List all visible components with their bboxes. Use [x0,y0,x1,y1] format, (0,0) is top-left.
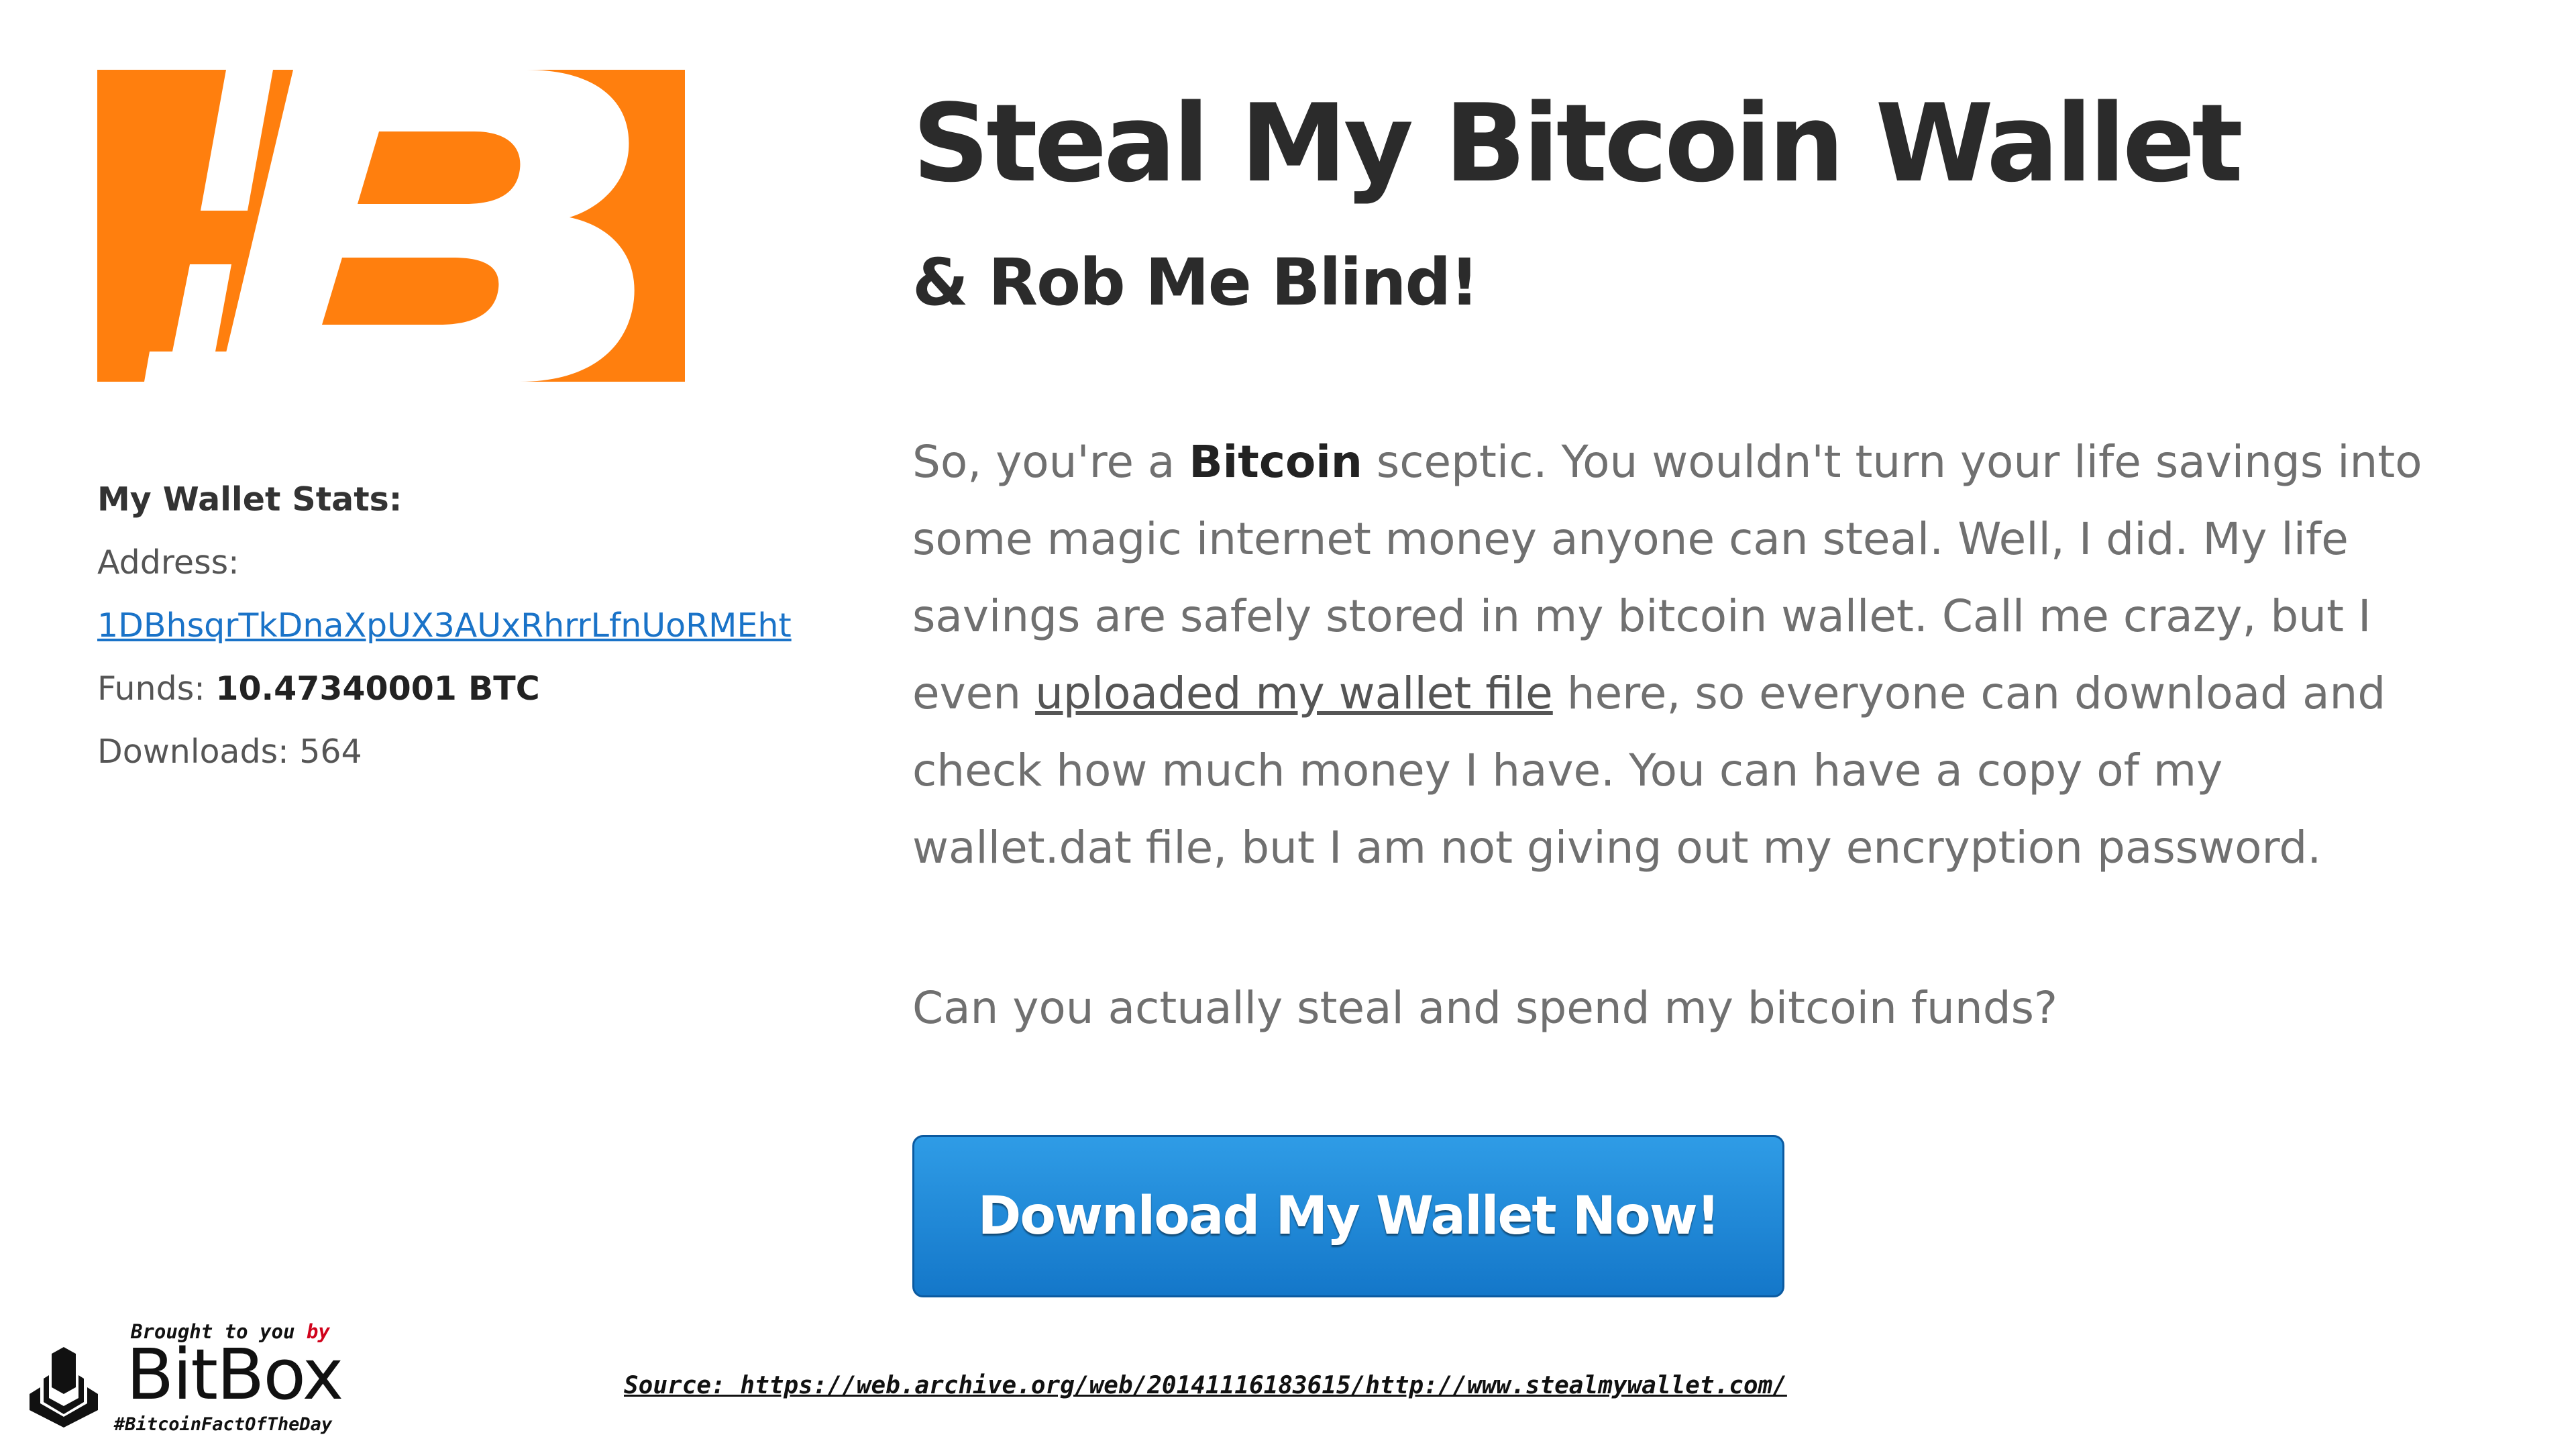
funds-row: Funds: 10.47340001 BTC [97,657,835,720]
wallet-stats-panel: My Wallet Stats: Address: 1DBhsqrTkDnaXp… [97,468,835,784]
download-wallet-button[interactable]: Download My Wallet Now! [912,1135,1784,1297]
bitcoin-bold-text: Bitcoin [1189,436,1362,488]
bitbox-cube-icon [30,1347,98,1428]
intro-paragraph: So, you're a Bitcoin sceptic. You wouldn… [912,423,2442,886]
funds-label: Funds: [97,669,205,708]
funds-value: 10.47340001 BTC [215,669,540,708]
page-subtitle: & Rob Me Blind! [912,245,1479,320]
wallet-stats-heading: My Wallet Stats: [97,480,402,519]
address-label: Address: [97,543,239,582]
downloads-label: Downloads: [97,733,289,771]
bitbox-branding: Brought to you by BitBox #BitcoinFactOfT… [27,1320,402,1441]
downloads-value: 564 [299,733,362,771]
intro-text-1: So, you're a [912,436,1189,488]
downloads-row: Downloads: 564 [97,720,835,784]
hashtag-text: #BitcoinFactOfTheDay [114,1414,333,1435]
site-logo [97,70,685,382]
page-title: Steal My Bitcoin Wallet [912,80,2243,206]
source-citation: Source: https://web.archive.org/web/2014… [624,1372,1787,1399]
wallet-address-link[interactable]: 1DBhsqrTkDnaXpUX3AUxRhrrLfnUoRMEht [97,606,792,645]
question-text: Can you actually steal and spend my bitc… [912,982,2058,1034]
bitbox-name: BitBox [126,1334,343,1415]
uploaded-wallet-file-link[interactable]: uploaded my wallet file [1035,667,1553,719]
bitcoin-b-logo-icon [144,70,635,382]
